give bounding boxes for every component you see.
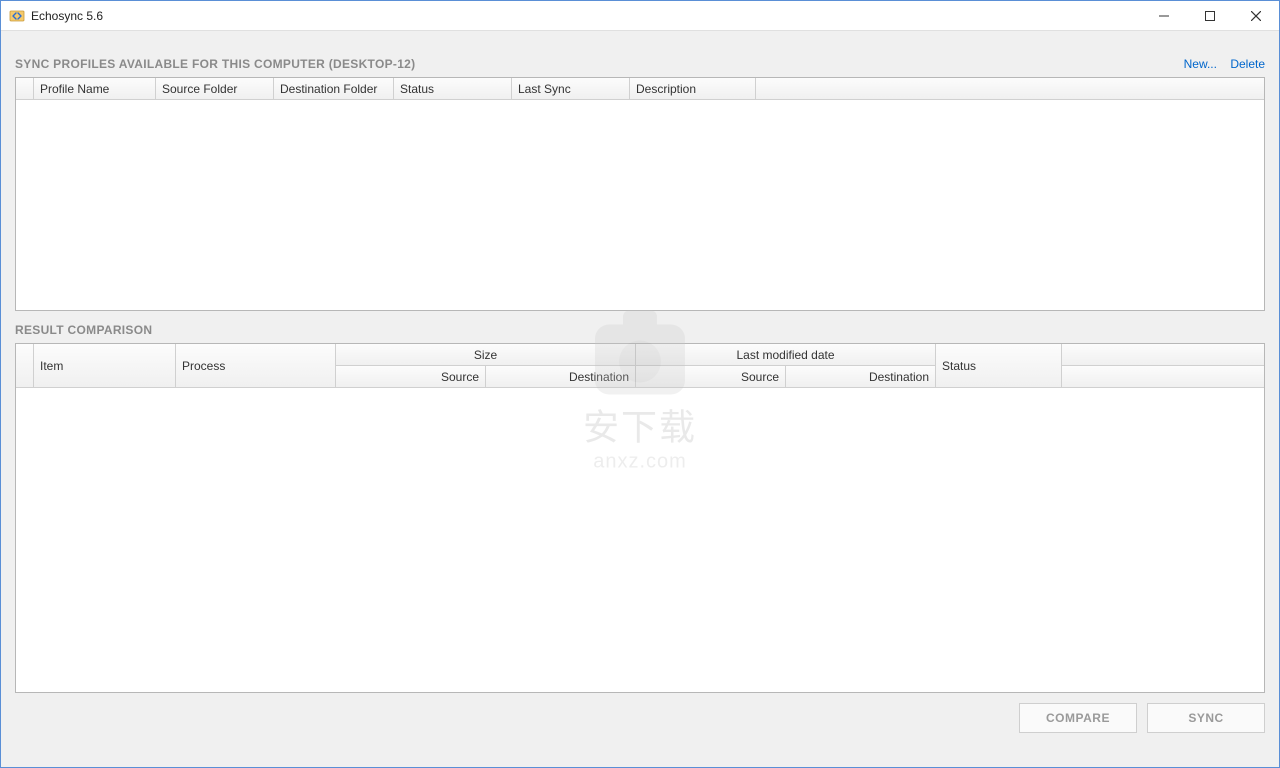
profiles-section-header: SYNC PROFILES AVAILABLE FOR THIS COMPUTE… bbox=[15, 57, 1265, 71]
app-window: Echosync 5.6 安下载 anxz.com SYNC PROFILES … bbox=[0, 0, 1280, 768]
col-filler bbox=[756, 78, 1264, 100]
rcol-size-destination[interactable]: Destination bbox=[486, 366, 636, 388]
compare-button[interactable]: COMPARE bbox=[1019, 703, 1137, 733]
col-description[interactable]: Description bbox=[630, 78, 756, 100]
new-profile-link[interactable]: New... bbox=[1184, 57, 1217, 71]
window-title: Echosync 5.6 bbox=[31, 9, 103, 23]
rcol-last-modified[interactable]: Last modified date bbox=[636, 344, 936, 366]
titlebar: Echosync 5.6 bbox=[1, 1, 1279, 31]
col-status[interactable]: Status bbox=[394, 78, 512, 100]
results-grid[interactable]: Item Process Size Source Destination Las… bbox=[15, 343, 1265, 693]
close-button[interactable] bbox=[1233, 1, 1279, 31]
rcol-trailing-bottom bbox=[1062, 366, 1264, 388]
content-area: 安下载 anxz.com SYNC PROFILES AVAILABLE FOR… bbox=[1, 31, 1279, 767]
rcol-trailing-top bbox=[1062, 344, 1264, 366]
profiles-header-row: Profile Name Source Folder Destination F… bbox=[16, 78, 1264, 100]
profiles-grid[interactable]: Profile Name Source Folder Destination F… bbox=[15, 77, 1265, 311]
app-icon bbox=[9, 8, 25, 24]
maximize-button[interactable] bbox=[1187, 1, 1233, 31]
rcol-size-source[interactable]: Source bbox=[336, 366, 486, 388]
rcol-lm-destination[interactable]: Destination bbox=[786, 366, 936, 388]
results-grid-body[interactable] bbox=[16, 388, 1264, 692]
delete-profile-link[interactable]: Delete bbox=[1230, 57, 1265, 71]
results-section-title: RESULT COMPARISON bbox=[15, 323, 152, 337]
col-source-folder[interactable]: Source Folder bbox=[156, 78, 274, 100]
rcol-selector[interactable] bbox=[16, 344, 34, 388]
footer: COMPARE SYNC bbox=[15, 693, 1265, 737]
profiles-section-title: SYNC PROFILES AVAILABLE FOR THIS COMPUTE… bbox=[15, 57, 415, 71]
col-selector[interactable] bbox=[16, 78, 34, 100]
rcol-status[interactable]: Status bbox=[936, 344, 1062, 388]
rcol-lm-source[interactable]: Source bbox=[636, 366, 786, 388]
rcol-item[interactable]: Item bbox=[34, 344, 176, 388]
col-last-sync[interactable]: Last Sync bbox=[512, 78, 630, 100]
results-section-header: RESULT COMPARISON bbox=[15, 323, 1265, 337]
rcol-process[interactable]: Process bbox=[176, 344, 336, 388]
sync-button[interactable]: SYNC bbox=[1147, 703, 1265, 733]
col-destination-folder[interactable]: Destination Folder bbox=[274, 78, 394, 100]
profiles-grid-body[interactable] bbox=[16, 100, 1264, 310]
minimize-button[interactable] bbox=[1141, 1, 1187, 31]
col-profile-name[interactable]: Profile Name bbox=[34, 78, 156, 100]
results-header-row: Item Process Size Source Destination Las… bbox=[16, 344, 1264, 388]
rcol-size[interactable]: Size bbox=[336, 344, 636, 366]
